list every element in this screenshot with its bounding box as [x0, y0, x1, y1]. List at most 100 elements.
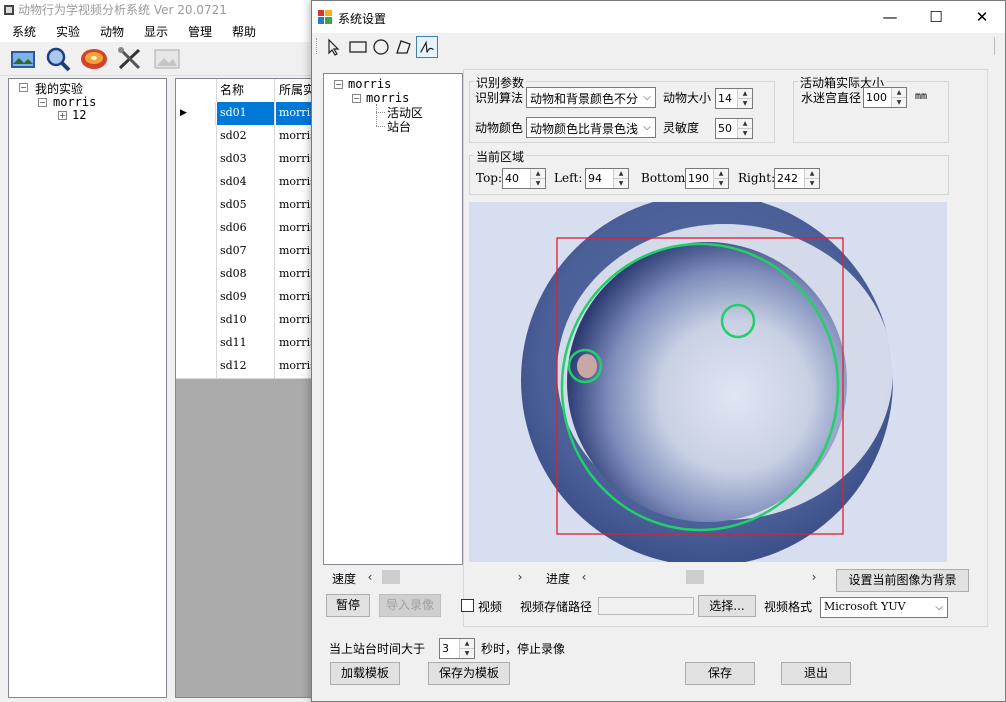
row-selector[interactable] — [176, 355, 217, 378]
spin-up-icon[interactable]: ▲ — [738, 119, 752, 129]
arrow-right-icon[interactable]: › — [808, 569, 820, 585]
region-tree-platform[interactable]: 站台 — [387, 118, 411, 135]
cell-name[interactable]: sd04 — [217, 171, 275, 194]
sensitivity-stepper[interactable]: 50 ▲ ▼ — [715, 118, 753, 139]
progress-slider-thumb[interactable] — [686, 570, 704, 584]
spin-down-icon[interactable]: ▼ — [892, 98, 906, 107]
cell-name[interactable]: sd05 — [217, 194, 275, 217]
cell-experiment[interactable]: morris — [276, 125, 316, 148]
row-selector[interactable] — [176, 125, 217, 148]
table-row[interactable]: sd10 morris — [176, 309, 316, 333]
tree-node-morris[interactable]: morris — [53, 95, 96, 109]
spin-up-icon[interactable]: ▲ — [714, 169, 728, 179]
table-row[interactable]: sd06 morris — [176, 217, 316, 241]
cell-experiment[interactable]: morris — [276, 309, 316, 332]
cell-experiment[interactable]: morris — [276, 332, 316, 355]
image-icon[interactable] — [153, 46, 181, 72]
spin-up-icon[interactable]: ▲ — [892, 88, 906, 98]
pointer-tool-icon[interactable] — [324, 36, 346, 58]
row-selector[interactable] — [176, 332, 217, 355]
spin-down-icon[interactable]: ▼ — [714, 179, 728, 188]
table-row[interactable]: sd07 morris — [176, 240, 316, 264]
dialog-title-bar[interactable]: 系统设置 — ☐ ✕ — [312, 1, 1005, 33]
region-tree-root[interactable]: morris — [348, 77, 391, 91]
collapse-icon[interactable]: − — [334, 80, 343, 89]
menu-experiment[interactable]: 实验 — [56, 23, 80, 40]
menu-animal[interactable]: 动物 — [100, 23, 124, 40]
spin-down-icon[interactable]: ▼ — [738, 99, 752, 108]
row-selector[interactable] — [176, 263, 217, 286]
region-tree-child[interactable]: morris — [366, 91, 409, 105]
spin-down-icon[interactable]: ▼ — [614, 179, 628, 188]
grid-header-experiment[interactable]: 所属实 — [276, 79, 316, 102]
cell-name[interactable]: sd03 — [217, 148, 275, 171]
table-row[interactable]: ▶ sd01 morris — [176, 102, 316, 126]
animal-color-select[interactable]: 动物颜色比背景色浅 ⌵ — [526, 117, 656, 138]
table-row[interactable]: sd05 morris — [176, 194, 316, 218]
spin-down-icon[interactable]: ▼ — [460, 649, 474, 658]
progress-slider[interactable]: ‹ › — [578, 569, 820, 585]
algorithm-select[interactable]: 动物和背景颜色不分 ⌵ — [526, 87, 656, 108]
search-icon[interactable] — [44, 46, 72, 72]
cell-name[interactable]: sd07 — [217, 240, 275, 263]
top-stepper[interactable]: 40 ▲ ▼ — [502, 168, 546, 189]
set-background-button[interactable]: 设置当前图像为背景 — [836, 569, 969, 592]
row-selector[interactable] — [176, 217, 217, 240]
table-row[interactable]: sd04 morris — [176, 171, 316, 195]
left-stepper[interactable]: 94 ▲ ▼ — [585, 168, 629, 189]
cell-name[interactable]: sd11 — [217, 332, 275, 355]
collapse-icon[interactable]: − — [352, 94, 361, 103]
menu-display[interactable]: 显示 — [144, 23, 168, 40]
close-button[interactable]: ✕ — [959, 1, 1005, 33]
menu-help[interactable]: 帮助 — [232, 23, 256, 40]
cell-name[interactable]: sd10 — [217, 309, 275, 332]
row-selector[interactable] — [176, 309, 217, 332]
choose-path-button[interactable]: 选择... — [698, 595, 756, 617]
table-row[interactable]: sd08 morris — [176, 263, 316, 287]
curve-tool-icon[interactable] — [416, 36, 438, 58]
video-icon[interactable] — [9, 46, 37, 72]
cell-experiment[interactable]: morris — [276, 148, 316, 171]
cell-experiment[interactable]: morris — [276, 102, 316, 125]
collapse-icon[interactable]: − — [38, 98, 47, 107]
cell-name[interactable]: sd08 — [217, 263, 275, 286]
import-video-button[interactable]: 导入录像 — [379, 594, 441, 617]
row-selector[interactable]: ▶ — [176, 102, 216, 125]
spin-up-icon[interactable]: ▲ — [805, 169, 819, 179]
video-format-select[interactable]: Microsoft YUV ⌵ — [820, 597, 948, 618]
table-row[interactable]: sd02 morris — [176, 125, 316, 149]
maximize-button[interactable]: ☐ — [913, 1, 959, 33]
cell-experiment[interactable]: morris — [276, 263, 316, 286]
row-selector[interactable] — [176, 171, 217, 194]
exit-button[interactable]: 退出 — [781, 662, 851, 685]
animal-size-stepper[interactable]: 14 ▲ ▼ — [715, 88, 753, 109]
spin-up-icon[interactable]: ▲ — [460, 639, 474, 649]
video-checkbox[interactable] — [461, 599, 474, 612]
rectangle-tool-icon[interactable] — [347, 36, 369, 58]
row-selector[interactable] — [176, 286, 217, 309]
speed-slider[interactable]: ‹ › — [364, 569, 526, 585]
spin-up-icon[interactable]: ▲ — [614, 169, 628, 179]
cell-experiment[interactable]: morris — [276, 286, 316, 309]
spin-down-icon[interactable]: ▼ — [805, 179, 819, 188]
table-row[interactable]: sd03 morris — [176, 148, 316, 172]
tools-icon[interactable] — [116, 46, 144, 72]
video-preview[interactable] — [469, 202, 947, 562]
bottom-stepper[interactable]: 190 ▲ ▼ — [685, 168, 729, 189]
spin-down-icon[interactable]: ▼ — [738, 129, 752, 138]
video-path-field[interactable] — [598, 597, 694, 615]
circle-tool-icon[interactable] — [370, 36, 392, 58]
cell-experiment[interactable]: morris — [276, 171, 316, 194]
tree-node-12[interactable]: 12 — [72, 108, 86, 122]
cell-name[interactable]: sd01 — [217, 102, 275, 125]
table-row[interactable]: sd12 morris — [176, 355, 316, 379]
expand-icon[interactable]: + — [58, 111, 67, 120]
minimize-button[interactable]: — — [867, 1, 913, 33]
menu-manage[interactable]: 管理 — [188, 23, 212, 40]
load-template-button[interactable]: 加载模板 — [330, 662, 400, 685]
polygon-tool-icon[interactable] — [393, 36, 415, 58]
spin-up-icon[interactable]: ▲ — [738, 89, 752, 99]
save-template-button[interactable]: 保存为模板 — [428, 662, 510, 685]
cell-experiment[interactable]: morris — [276, 194, 316, 217]
pause-button[interactable]: 暂停 — [326, 594, 370, 617]
